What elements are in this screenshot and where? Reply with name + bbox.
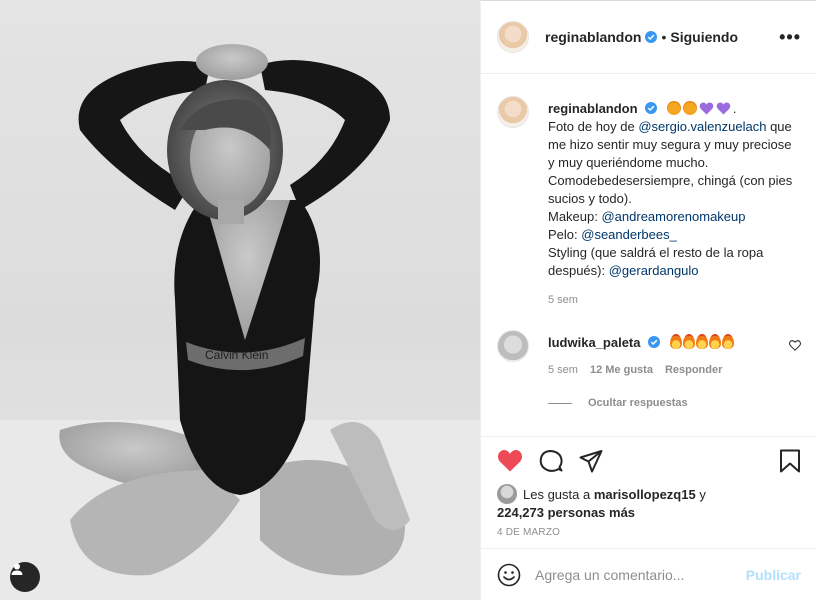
- fire-icon: [695, 334, 708, 349]
- mention-hair[interactable]: @seanderbees_: [581, 227, 677, 242]
- fire-icon: [721, 334, 734, 349]
- share-paper-plane-icon[interactable]: [579, 449, 603, 473]
- post-header: reginablandon • Siguiendo •••: [481, 1, 816, 74]
- verified-badge-icon: [645, 102, 658, 114]
- comment-likes-count[interactable]: 12 Me gusta: [590, 364, 653, 376]
- save-bookmark-icon[interactable]: [779, 449, 801, 473]
- verified-badge-icon: [645, 31, 658, 43]
- mention-photographer[interactable]: @sergio.valenzuelach: [638, 119, 766, 134]
- emoji-picker-icon[interactable]: [497, 563, 521, 587]
- caption-line-1: Foto de hoy de: [548, 119, 639, 134]
- hide-replies-line: [548, 402, 572, 404]
- caption-text: reginablandon . Foto de hoy de @sergio.v…: [548, 100, 798, 280]
- add-comment-bar: Publicar: [481, 548, 816, 600]
- post-photo-illustration: Calvin Klein: [0, 44, 480, 600]
- likes-prefix: Les gusta a: [523, 487, 594, 502]
- like-heart-icon[interactable]: [497, 449, 523, 473]
- purple-heart-icon: [699, 102, 714, 115]
- waistband-logo-text: Calvin Klein: [205, 348, 268, 362]
- reply-button[interactable]: Responder: [665, 364, 722, 376]
- comment-timestamp[interactable]: 5 sem: [548, 364, 578, 376]
- caption-hair-label: Pelo:: [548, 227, 582, 242]
- author-username[interactable]: reginablandon: [545, 29, 641, 45]
- author-avatar[interactable]: [497, 21, 529, 53]
- post-date[interactable]: 4 DE MARZO: [497, 527, 560, 538]
- more-options-icon[interactable]: •••: [779, 27, 801, 48]
- caption-avatar[interactable]: [497, 96, 529, 128]
- post-actions: Les gusta a marisollopezq15 y 224,273 pe…: [481, 436, 816, 548]
- comment-item: ludwika_paleta 5 sem 12 Me gusta Respond…: [497, 330, 807, 409]
- publish-button[interactable]: Publicar: [746, 567, 801, 583]
- smiling-face-hearts-icon: [666, 101, 681, 115]
- comments-section: reginablandon . Foto de hoy de @sergio.v…: [481, 74, 816, 436]
- liker-avatar[interactable]: [497, 484, 517, 504]
- caption-trailing-punct: .: [732, 101, 737, 116]
- person-icon: [11, 563, 23, 575]
- post-side-panel: reginablandon • Siguiendo ••• reginablan…: [480, 0, 816, 600]
- following-button[interactable]: Siguiendo: [670, 29, 738, 45]
- mention-makeup[interactable]: @andreamorenomakeup: [601, 209, 745, 224]
- smiling-face-hearts-icon: [682, 101, 697, 115]
- comment-meta: 5 sem 12 Me gusta Responder: [548, 364, 722, 376]
- likes-summary: Les gusta a marisollopezq15 y 224,273 pe…: [497, 484, 797, 522]
- comment-input[interactable]: [535, 567, 735, 583]
- fire-icon: [669, 334, 682, 349]
- fire-icon: [682, 334, 695, 349]
- hide-replies-label: Ocultar respuestas: [588, 397, 688, 409]
- commenter-avatar[interactable]: [497, 330, 529, 362]
- liker-username[interactable]: marisollopezq15: [594, 487, 696, 502]
- hide-replies-button[interactable]: Ocultar respuestas: [548, 397, 688, 409]
- comment-text: ludwika_paleta: [548, 334, 735, 352]
- action-icons: [497, 449, 603, 473]
- mention-styling[interactable]: @gerardangulo: [609, 263, 699, 278]
- likes-connector: y: [695, 487, 706, 502]
- likes-count[interactable]: 224,273 personas más: [497, 505, 635, 520]
- comment-like-heart-icon[interactable]: [789, 340, 801, 351]
- verified-badge-icon: [648, 336, 661, 348]
- purple-heart-icon: [716, 102, 731, 115]
- post-photo[interactable]: Calvin Klein: [0, 0, 480, 600]
- tagged-users-button[interactable]: [10, 562, 40, 592]
- caption-makeup-label: Makeup:: [548, 209, 602, 224]
- caption-username[interactable]: reginablandon: [548, 101, 638, 116]
- caption-timestamp[interactable]: 5 sem: [548, 294, 578, 306]
- fire-icon: [708, 334, 721, 349]
- header-separator: •: [661, 29, 667, 45]
- commenter-username[interactable]: ludwika_paleta: [548, 335, 640, 350]
- comment-icon[interactable]: [539, 449, 563, 473]
